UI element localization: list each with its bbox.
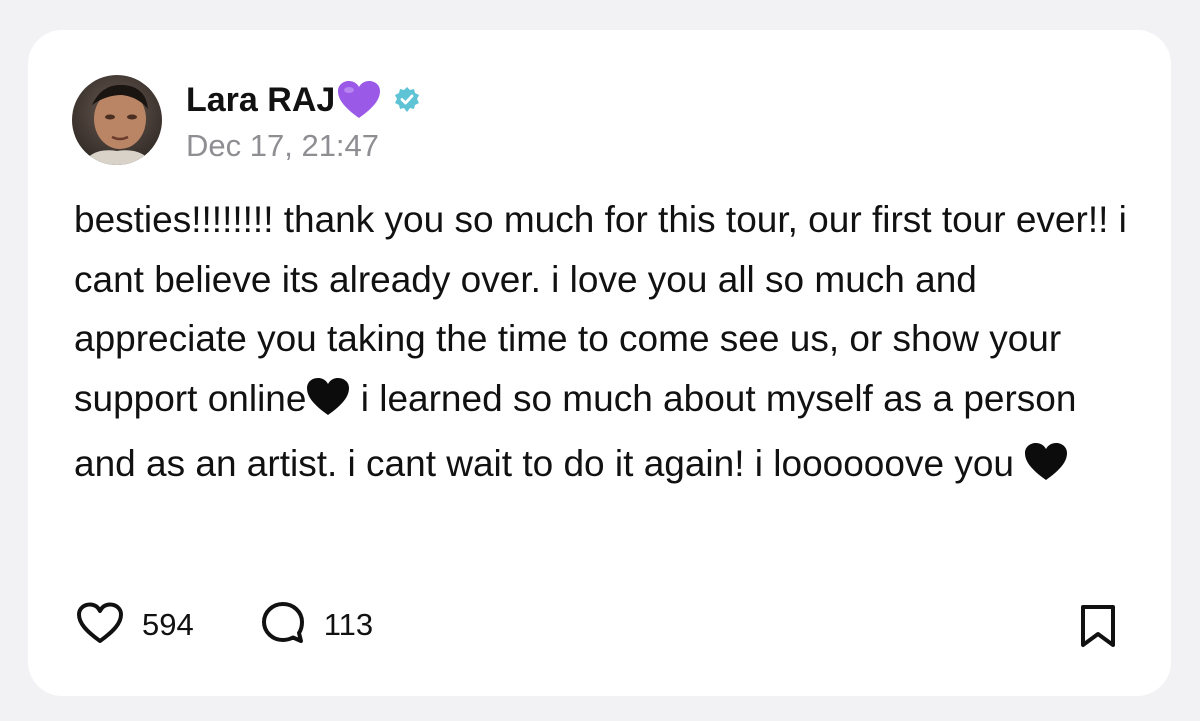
avatar[interactable]: [72, 75, 162, 165]
black-heart-icon: [1024, 440, 1068, 500]
like-count: 594: [142, 607, 194, 642]
like-button[interactable]: 594: [76, 602, 194, 649]
purple-heart-icon: [337, 80, 381, 120]
action-bar: 594 113: [76, 600, 373, 651]
verified-badge-icon: [393, 86, 421, 114]
speech-bubble-icon[interactable]: [260, 600, 306, 651]
author-row: Lara RAJ: [186, 80, 421, 120]
post-timestamp: Dec 17, 21:47: [186, 128, 380, 163]
comment-button[interactable]: 113: [260, 600, 373, 651]
black-heart-icon: [306, 375, 350, 435]
comment-count: 113: [323, 607, 374, 642]
post-body: besties!!!!!!!! thank you so much for th…: [74, 190, 1144, 500]
author-name[interactable]: Lara RAJ: [186, 81, 335, 120]
post-card: Lara RAJ Dec 17, 21:47 besties!!!!!!!! t…: [28, 30, 1171, 696]
heart-outline-icon[interactable]: [76, 602, 124, 649]
bookmark-button[interactable]: [1078, 604, 1118, 653]
bookmark-icon[interactable]: [1078, 605, 1118, 652]
